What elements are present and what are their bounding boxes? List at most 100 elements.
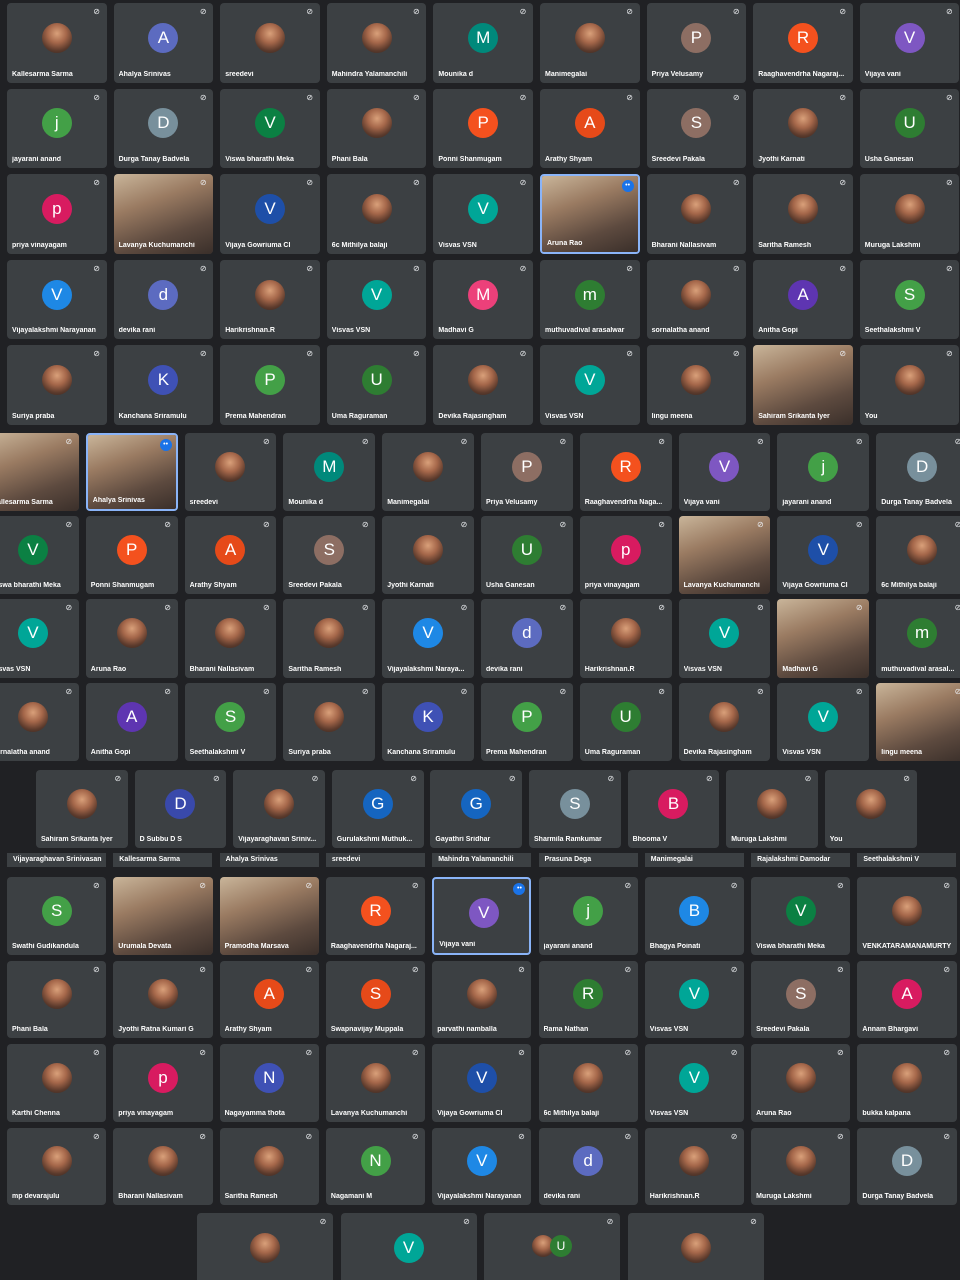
filmstrip-name-vijayaraghavan-srinivasan[interactable]: Vijayaraghavan Srinivasan (7, 853, 106, 867)
participant-tile-harikrishnan-r[interactable]: ⊘ Harikrishnan.R (644, 1127, 745, 1205)
participant-tile-vijayalakshmi-naraya[interactable]: V ⊘ Vijayalakshmi Naraya... (382, 599, 474, 678)
participant-tile-priya-vinayagam[interactable]: p ⊘ priya vinayagam (7, 174, 107, 254)
participant-tile-sornalatha-anand[interactable]: ⊘ sornalatha anand (646, 259, 747, 340)
participant-tile-mahindra-yalamanchili[interactable]: ⊘ Mahindra Yalamanchili (326, 3, 427, 83)
participant-tile-aruna-rao[interactable]: •• Aruna Rao (540, 174, 640, 254)
participant-tile-madhavi-g[interactable]: ⊘ Madhavi G (777, 599, 870, 678)
participant-tile-muthuvadival-arasal[interactable]: m ⊘ muthuvadival arasal... (876, 599, 960, 678)
participant-tile-raaghavendrha-naga[interactable]: R ⊘ Raaghavendrha Naga... (579, 433, 672, 512)
participant-tile-jayarani-anand[interactable]: j ⊘ jayarani anand (7, 88, 107, 169)
participant-tile-you[interactable]: ⊘You (627, 1213, 764, 1280)
participant-tile-priya-velusamy[interactable]: P ⊘ Priya Velusamy (481, 433, 573, 512)
participant-tile-vijayalakshmi-narayanan[interactable]: V ⊘ Vijayalakshmi Narayanan (7, 259, 107, 340)
participant-tile-seethalakshmi-v[interactable]: S ⊘ Seethalakshmi V (184, 682, 277, 761)
participant-tile-devika-rani[interactable]: d ⊘ devika rani (538, 1127, 638, 1205)
filmstrip-name-manimegalai[interactable]: Manimegalai (644, 853, 744, 867)
filmstrip-name-kallesarma-sarma[interactable]: Kallesarma Sarma (113, 853, 213, 867)
participant-tile-vijayaraghavan-sriniv[interactable]: ⊘ Vijayaraghavan Sriniv... (233, 769, 325, 848)
participant-tile-devika-rajasingham[interactable]: ⊘ Devika Rajasingham (678, 682, 771, 761)
participant-tile-visvas-vsn[interactable]: V⊘Visvas VSN (340, 1213, 477, 1280)
participant-tile-uma-raguraman[interactable]: U ⊘ Uma Raguraman (326, 345, 427, 425)
participant-tile-visvas-vsn[interactable]: V⊘Visvas VSN (644, 960, 745, 1038)
participant-tile-madhavi-g[interactable]: M ⊘ Madhavi G (433, 259, 533, 340)
participant-tile-kallesarma-sarma[interactable]: ⊘ Kallesarma Sarma (7, 3, 107, 83)
participant-tile-you[interactable]: ⊘You (859, 345, 960, 425)
participant-tile-visvas-vsn[interactable]: V⊘Visvas VSN (678, 599, 771, 678)
participant-tile-parvathi-namballa[interactable]: ⊘ parvathi namballa (432, 960, 532, 1038)
participant-tile-vijaya-gowriuma-ci[interactable]: V ⊘ Vijaya Gowriuma CI (432, 1044, 532, 1122)
participant-tile-sreedevi-pakala[interactable]: S ⊘ Sreedevi Pakala (283, 516, 376, 595)
participant-tile-raaghavendrha-nagaraj[interactable]: R ⊘ Raaghavendrha Nagaraj... (753, 3, 853, 83)
participant-tile-vijaya-vani[interactable]: V •• Vijaya vani (432, 877, 532, 955)
participant-tile-uma-raguraman[interactable]: U ⊘ Uma Raguraman (579, 682, 672, 761)
participant-tile-harikrishnan-r[interactable]: ⊘ Harikrishnan.R (220, 259, 320, 340)
participant-tile-anitha-gopi[interactable]: A ⊘ Anitha Gopi (85, 682, 178, 761)
participant-tile-vijaya-vani[interactable]: V ⊘ Vijaya vani (678, 433, 771, 512)
participant-tile-arathy-shyam[interactable]: A ⊘ Arathy Shyam (184, 516, 277, 595)
participant-tile-ahalya-srinivas[interactable]: A ⊘ Ahalya Srinivas (113, 3, 214, 83)
filmstrip-name-ahalya-srinivas[interactable]: Ahalya Srinivas (219, 853, 319, 867)
participant-tile-swathi-gudikandula[interactable]: S ⊘ Swathi Gudikandula (7, 877, 107, 955)
participant-tile-manimegalai[interactable]: ⊘ Manimegalai (382, 433, 474, 512)
participant-tile-nagayamma-thota[interactable]: N ⊘ Nagayamma thota (219, 1044, 319, 1122)
participant-tile-10-others[interactable]: U⊘10 others (484, 1213, 620, 1280)
participant-tile-devika-rani[interactable]: d ⊘ devika rani (481, 599, 573, 678)
participant-tile-ponni-shanmugam[interactable]: P ⊘ Ponni Shanmugam (433, 88, 533, 169)
participant-tile-visvas-vsn[interactable]: V⊘Visvas VSN (433, 174, 533, 254)
participant-tile-lavanya-kuchumanchi[interactable]: ⊘ Lavanya Kuchumanchi (678, 516, 771, 595)
participant-tile-nagamani-m[interactable]: N ⊘ Nagamani M (325, 1127, 426, 1205)
participant-tile-viswa-bharathi-meka[interactable]: V ⊘ Viswa bharathi Meka (751, 877, 851, 955)
participant-tile-visvas-vsn[interactable]: V⊘Visvas VSN (644, 1044, 745, 1122)
participant-tile-visvas-vsn[interactable]: V⊘Visvas VSN (540, 345, 640, 425)
participant-tile-jyothi-ratna-kumari-g[interactable]: ⊘ Jyothi Ratna Kumari G (113, 960, 213, 1038)
participant-tile-sahiram-srikanta-iyer[interactable]: ⊘ Sahiram Srikanta Iyer (753, 345, 853, 425)
participant-tile-jyothi-karnati[interactable]: ⊘Jyothi Karnati (197, 1213, 333, 1280)
participant-tile-vijayalakshmi-narayanan[interactable]: V ⊘ Vijayalakshmi Narayanan (432, 1127, 532, 1205)
participant-tile-suriya-praba[interactable]: ⊘ Suriya praba (283, 682, 376, 761)
filmstrip-name-rajalakshmi-damodar[interactable]: Rajalakshmi Damodar (751, 853, 851, 867)
participant-tile-bharani-nallasivam[interactable]: ⊘ Bharani Nallasivam (113, 1127, 213, 1205)
participant-tile-sahiram-srikanta-iyer[interactable]: ⊘ Sahiram Srikanta Iyer (36, 769, 128, 848)
participant-tile-6c-mithilya-balaji[interactable]: ⊘ 6c Mithilya balaji (538, 1044, 638, 1122)
participant-tile-jyothi-karnati[interactable]: ⊘Jyothi Karnati (753, 88, 853, 169)
participant-tile-kanchana-sriramulu[interactable]: K ⊘ Kanchana Sriramulu (113, 345, 214, 425)
participant-tile-karthi-chenna[interactable]: ⊘ Karthi Chenna (7, 1044, 107, 1122)
filmstrip-name-mahindra-yalamanchili[interactable]: Mahindra Yalamanchili (432, 853, 532, 867)
participant-tile-vijaya-gowriuma-ci[interactable]: V ⊘ Vijaya Gowriuma CI (777, 516, 870, 595)
filmstrip-name-prasuna-dega[interactable]: Prasuna Dega (538, 853, 638, 867)
participant-tile-lingu-meena[interactable]: ⊘ lingu meena (646, 345, 747, 425)
participant-tile-priya-vinayagam[interactable]: p ⊘ priya vinayagam (113, 1044, 213, 1122)
participant-tile-priya-velusamy[interactable]: P ⊘ Priya Velusamy (646, 3, 747, 83)
participant-tile-muruga-lakshmi[interactable]: ⊘ Muruga Lakshmi (726, 769, 818, 848)
participant-tile-muruga-lakshmi[interactable]: ⊘ Muruga Lakshmi (751, 1127, 851, 1205)
participant-tile-durga-tanay-badvela[interactable]: D ⊘ Durga Tanay Badvela (857, 1127, 957, 1205)
participant-tile-aruna-rao[interactable]: ⊘ Aruna Rao (85, 599, 178, 678)
participant-tile-sharmila-ramkumar[interactable]: S ⊘ Sharmila Ramkumar (529, 769, 621, 848)
participant-tile-saritha-ramesh[interactable]: ⊘ Saritha Ramesh (219, 1127, 319, 1205)
participant-tile-annam-bhargavi[interactable]: A ⊘ Annam Bhargavi (857, 960, 957, 1038)
participant-tile-viswa-bharathi-meka[interactable]: V ⊘ Viswa bharathi Meka (220, 88, 320, 169)
participant-tile-bharani-nallasivam[interactable]: ⊘ Bharani Nallasivam (184, 599, 277, 678)
participant-tile-mp-devarajulu[interactable]: ⊘ mp devarajulu (7, 1127, 107, 1205)
participant-tile-devika-rani[interactable]: d ⊘ devika rani (113, 259, 214, 340)
participant-tile-sreedevi-pakala[interactable]: S ⊘ Sreedevi Pakala (646, 88, 747, 169)
participant-tile-mounika-d[interactable]: M ⊘ Mounika d (283, 433, 376, 512)
participant-tile-6c-mithilya-balaji[interactable]: ⊘ 6c Mithilya balaji (876, 516, 960, 595)
participant-tile-venkataramanamurty[interactable]: ⊘ VENKATARAMANAMURTY (857, 877, 957, 955)
participant-tile-anitha-gopi[interactable]: A ⊘ Anitha Gopi (753, 259, 853, 340)
participant-tile-visvas-vsn[interactable]: V⊘Visvas VSN (0, 599, 79, 678)
participant-tile-gurulakshmi-muthuk[interactable]: G ⊘ Gurulakshmi Muthuk... (331, 769, 424, 848)
filmstrip-name-sreedevi[interactable]: sreedevi (325, 853, 425, 867)
participant-tile-durga-tanay-badvela[interactable]: D ⊘ Durga Tanay Badvela (113, 88, 214, 169)
participant-tile-seethalakshmi-v[interactable]: S ⊘ Seethalakshmi V (859, 259, 960, 340)
participant-tile-bhooma-v[interactable]: B ⊘ Bhooma V (627, 769, 720, 848)
participant-tile-rama-nathan[interactable]: R ⊘ Rama Nathan (538, 960, 638, 1038)
participant-tile-pramodha-marsava[interactable]: ⊘ Pramodha Marsava (219, 877, 319, 955)
participant-tile-sreedevi[interactable]: ⊘ sreedevi (220, 3, 320, 83)
participant-tile-harikrishnan-r[interactable]: ⊘ Harikrishnan.R (579, 599, 672, 678)
participant-tile-arathy-shyam[interactable]: A ⊘ Arathy Shyam (219, 960, 319, 1038)
participant-tile-saritha-ramesh[interactable]: ⊘ Saritha Ramesh (753, 174, 853, 254)
participant-tile-durga-tanay-badvela[interactable]: D ⊘ Durga Tanay Badvela (876, 433, 960, 512)
participant-tile-bharani-nallasivam[interactable]: ⊘ Bharani Nallasivam (646, 174, 747, 254)
participant-tile-aruna-rao[interactable]: ⊘ Aruna Rao (751, 1044, 851, 1122)
